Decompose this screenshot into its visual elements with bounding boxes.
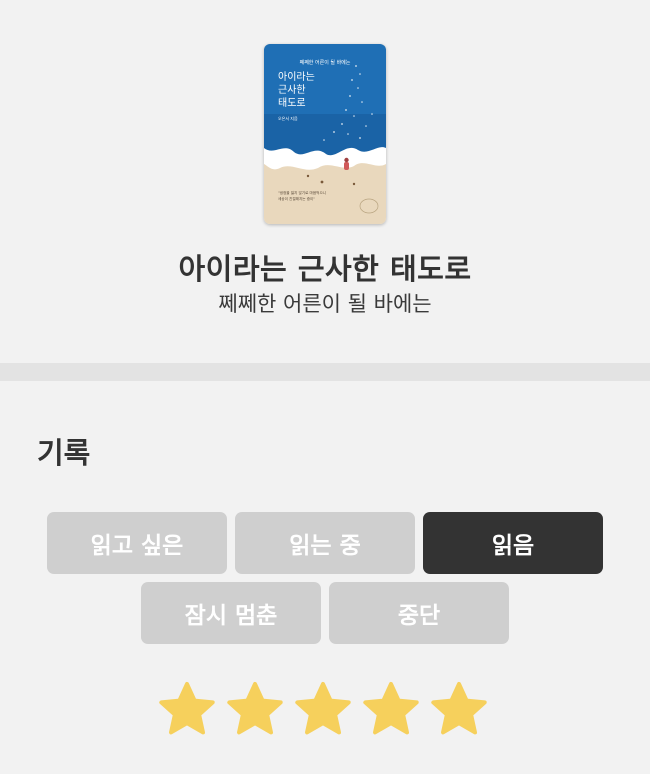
star-icon[interactable] xyxy=(429,680,489,740)
book-detail-page: 쩨쩨한 어른이 될 바에는 아이라는 근사한 태도로 오은서 지음 "냉정을 잃… xyxy=(0,0,650,774)
cover-quote-line1: "냉정을 잃지 않기로 마음먹으니 xyxy=(278,190,326,195)
star-icon[interactable] xyxy=(225,680,285,740)
cover-top-line: 쩨쩨한 어른이 될 바에는 xyxy=(300,59,351,66)
star-icon[interactable] xyxy=(293,680,353,740)
cover-title-line2: 근사한 xyxy=(278,84,306,96)
star-icon[interactable] xyxy=(361,680,421,740)
book-cover-image: 쩨쩨한 어른이 될 바에는 아이라는 근사한 태도로 오은서 지음 "냉정을 잃… xyxy=(264,44,386,224)
status-button-stopped[interactable]: 중단 xyxy=(329,582,509,644)
star-rating xyxy=(157,680,497,742)
status-button-read[interactable]: 읽음 xyxy=(423,512,603,574)
status-button-paused[interactable]: 잠시 멈춘 xyxy=(141,582,321,644)
status-button-want-to-read[interactable]: 읽고 싶은 xyxy=(47,512,227,574)
star-icon[interactable] xyxy=(157,680,217,740)
cover-title-line3: 태도로 xyxy=(278,97,306,109)
book-subtitle: 쩨쩨한 어른이 될 바에는 xyxy=(218,292,432,316)
cover-quote-line2: 세상이 친절해지는 중이" xyxy=(278,196,315,201)
cover-author: 오은서 지음 xyxy=(278,115,298,121)
cover-title-line1: 아이라는 xyxy=(278,71,315,83)
record-section-title: 기록 xyxy=(37,436,91,470)
section-divider xyxy=(0,363,650,381)
status-button-reading[interactable]: 읽는 중 xyxy=(235,512,415,574)
book-title: 아이라는 근사한 태도로 xyxy=(178,252,472,286)
